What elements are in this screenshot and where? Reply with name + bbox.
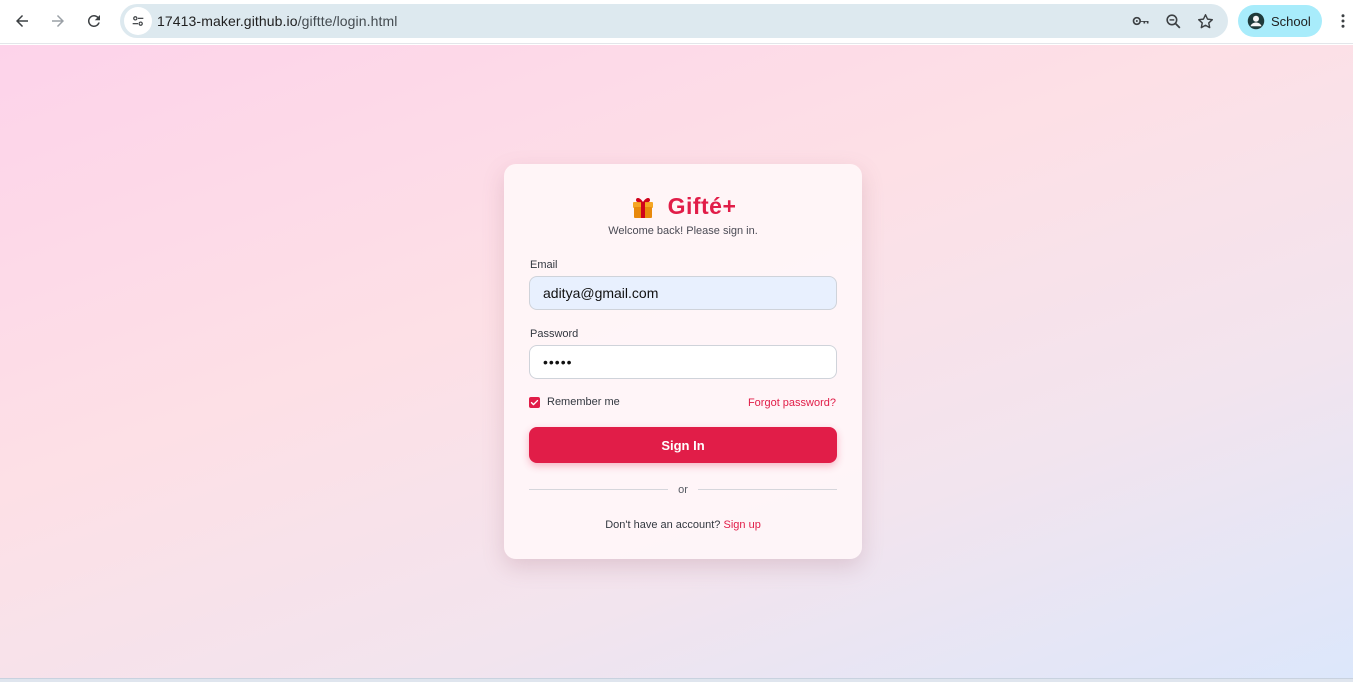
- key-icon: [1132, 16, 1149, 26]
- password-manager-button[interactable]: [1131, 11, 1151, 31]
- forward-button[interactable]: [42, 5, 74, 37]
- reload-button[interactable]: [78, 5, 110, 37]
- page-bottom-edge: [0, 678, 1353, 682]
- url-text[interactable]: 17413-maker.github.io/giftte/login.html: [157, 13, 398, 29]
- browser-toolbar: 17413-maker.github.io/giftte/login.html: [0, 0, 1353, 44]
- address-bar[interactable]: 17413-maker.github.io/giftte/login.html: [120, 4, 1228, 38]
- browser-menu-button[interactable]: [1333, 11, 1353, 31]
- arrow-right-icon: [52, 15, 64, 27]
- brand-header: Gifté+: [504, 191, 862, 221]
- site-info-button[interactable]: [124, 7, 152, 35]
- arrow-left-icon: [16, 15, 28, 27]
- url-host: 17413-maker.github.io: [157, 13, 298, 29]
- profile-label: School: [1271, 13, 1311, 29]
- divider-or: or: [678, 484, 688, 496]
- sign-up-link[interactable]: Sign up: [724, 519, 761, 531]
- page-background: Gifté+ Welcome back! Please sign in. Ema…: [0, 45, 1353, 678]
- password-field[interactable]: [529, 345, 837, 379]
- check-icon: [530, 399, 539, 405]
- signup-prompt: Don't have an account?: [605, 519, 721, 531]
- profile-chip[interactable]: School: [1238, 5, 1322, 37]
- divider-line-right: [698, 489, 837, 490]
- zoom-button[interactable]: [1163, 11, 1183, 31]
- brand-name: Gifté+: [667, 192, 737, 219]
- url-path: /giftte/login.html: [297, 13, 398, 29]
- forgot-password-link[interactable]: Forgot password?: [748, 397, 836, 409]
- tune-icon: [132, 16, 144, 26]
- sign-in-button[interactable]: Sign In: [529, 427, 837, 463]
- password-label: Password: [530, 328, 579, 340]
- email-label: Email: [530, 259, 558, 271]
- user-avatar-icon: [1247, 12, 1265, 30]
- remember-label: Remember me: [547, 396, 620, 408]
- email-field[interactable]: [529, 276, 837, 310]
- login-card: Gifté+ Welcome back! Please sign in. Ema…: [504, 164, 862, 559]
- more-vertical-icon: [1341, 14, 1345, 28]
- remember-checkbox[interactable]: [529, 396, 540, 408]
- remember-me[interactable]: Remember me: [529, 396, 620, 408]
- zoom-icon: [1165, 13, 1180, 28]
- gift-icon: [632, 197, 653, 218]
- star-icon: [1197, 13, 1213, 28]
- reload-icon: [87, 14, 100, 27]
- signup-row: Don't have an account? Sign up: [504, 519, 862, 531]
- bookmark-button[interactable]: [1195, 11, 1215, 31]
- login-subtitle: Welcome back! Please sign in.: [608, 225, 758, 237]
- back-button[interactable]: [6, 5, 38, 37]
